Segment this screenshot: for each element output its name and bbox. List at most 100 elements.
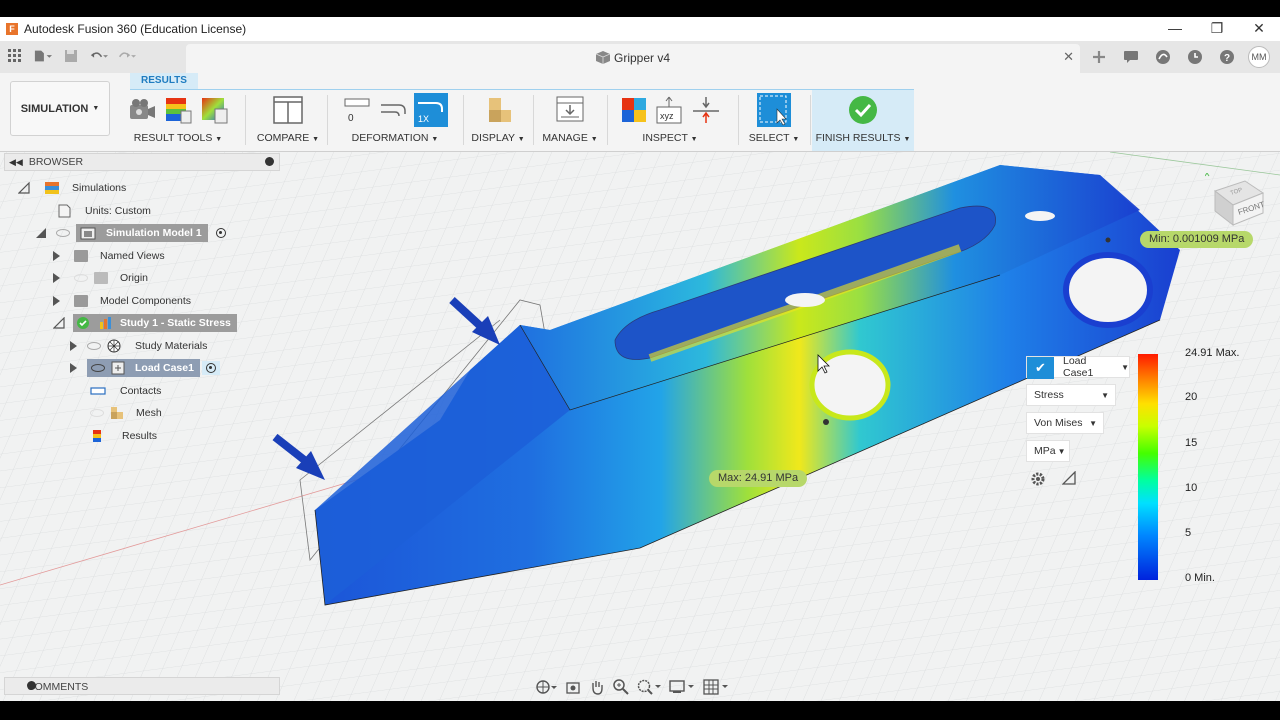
minimize-button[interactable]: — xyxy=(1154,17,1196,41)
quick-access-right: ? MM xyxy=(1088,46,1270,68)
compare-plot-icon[interactable] xyxy=(199,95,229,125)
tree-expanded-icon[interactable] xyxy=(35,227,47,239)
visibility-eye-icon[interactable] xyxy=(90,409,104,417)
points-xyz-icon[interactable]: xyz xyxy=(655,95,685,125)
tree-expanded-icon[interactable] xyxy=(18,182,30,194)
help-icon[interactable]: ? xyxy=(1216,46,1238,68)
inspect-label[interactable]: INSPECT xyxy=(642,132,687,144)
maximize-button[interactable]: ❐ xyxy=(1196,17,1238,41)
tree-collapsed-icon[interactable] xyxy=(70,363,77,373)
comments-title: COMMENTS xyxy=(27,681,89,693)
tree-node-load-case[interactable]: Load Case1 xyxy=(70,359,220,377)
fit-zoom-icon[interactable] xyxy=(637,679,661,695)
compare-split-icon[interactable] xyxy=(273,95,303,125)
select-label[interactable]: SELECT xyxy=(749,132,790,144)
deformation-actual-icon[interactable]: 0 xyxy=(342,95,372,125)
save-icon[interactable] xyxy=(62,47,80,65)
animate-camera-icon[interactable] xyxy=(127,95,157,125)
visibility-eye-icon[interactable] xyxy=(74,274,88,282)
view-cube[interactable]: FRONT TOP xyxy=(1204,172,1266,228)
tree-node-origin[interactable]: Origin xyxy=(53,269,148,287)
comments-panel[interactable]: COMMENTS xyxy=(4,677,280,695)
caret-down-icon: ▼ xyxy=(1101,390,1109,400)
tree-node-mesh[interactable]: Mesh xyxy=(90,404,162,422)
close-window-button[interactable]: ✕ xyxy=(1238,17,1280,41)
tree-collapsed-icon[interactable] xyxy=(53,296,60,306)
compare-label[interactable]: COMPARE xyxy=(257,132,309,144)
tab-results[interactable]: RESULTS xyxy=(130,73,198,89)
finish-results-label[interactable]: FINISH RESULTS xyxy=(816,132,901,144)
user-avatar[interactable]: MM xyxy=(1248,46,1270,68)
tree-node-model-components[interactable]: Model Components xyxy=(53,292,191,310)
legend-check-icon[interactable]: ✔ xyxy=(1027,357,1054,379)
stress-plot-icon[interactable] xyxy=(163,95,193,125)
workspace-switcher[interactable]: SIMULATION ▼ xyxy=(10,81,110,136)
zoom-icon[interactable] xyxy=(613,679,629,695)
surface-probe-icon[interactable] xyxy=(619,95,649,125)
close-tab-button[interactable]: ✕ xyxy=(1063,49,1074,65)
stress-color-scale xyxy=(1138,354,1158,580)
tree-expanded-icon[interactable] xyxy=(53,317,65,329)
activate-target-icon[interactable] xyxy=(215,228,226,238)
component-dropdown[interactable]: Von Mises ▼ xyxy=(1026,412,1104,434)
visibility-eye-icon[interactable] xyxy=(91,364,105,372)
clock-icon[interactable] xyxy=(1184,46,1206,68)
tree-node-named-views[interactable]: Named Views xyxy=(53,247,165,265)
tree-label: Contacts xyxy=(120,385,162,397)
display-blocks-icon[interactable] xyxy=(483,95,513,125)
pan-hand-icon[interactable] xyxy=(589,679,605,695)
result-tools-label[interactable]: RESULT TOOLS xyxy=(134,132,213,144)
tree-collapsed-icon[interactable] xyxy=(70,341,77,351)
job-status-icon[interactable] xyxy=(1152,46,1174,68)
file-menu-icon[interactable] xyxy=(34,47,52,65)
result-type-dropdown[interactable]: Stress ▼ xyxy=(1026,384,1116,406)
tree-node-study-materials[interactable]: Study Materials xyxy=(70,337,207,355)
tree-node-results[interactable]: Results xyxy=(92,427,157,445)
activate-target-icon[interactable] xyxy=(205,363,216,373)
group-inspect: xyz INSPECT ▼ xyxy=(612,91,728,151)
group-manage: MANAGE ▼ xyxy=(538,91,602,151)
tree-node-simulations[interactable]: Simulations xyxy=(18,179,126,197)
redo-icon[interactable] xyxy=(118,47,136,65)
gear-icon[interactable] xyxy=(1030,471,1046,487)
section-plane-icon[interactable] xyxy=(691,95,721,125)
collapse-panel-icon[interactable]: ◀◀ xyxy=(9,157,23,168)
deformation-adjusted-icon[interactable] xyxy=(378,95,408,125)
legend-resize-icon[interactable] xyxy=(1062,471,1076,485)
orbit-icon[interactable] xyxy=(535,678,557,696)
browser-minimize-icon[interactable] xyxy=(265,157,274,166)
load-case-dropdown[interactable]: ✔ Load Case1 ▼ xyxy=(1026,355,1130,379)
display-settings-icon[interactable] xyxy=(669,679,695,695)
tree-node-simulation-model[interactable]: Simulation Model 1 xyxy=(35,224,226,242)
group-compare: COMPARE ▼ xyxy=(256,91,320,151)
document-tab[interactable]: Gripper v4 ✕ xyxy=(186,44,1080,73)
new-tab-plus-icon[interactable] xyxy=(1088,46,1110,68)
deformation-scale-1x-button[interactable]: 1X xyxy=(414,93,448,127)
result-type-value: Stress xyxy=(1034,389,1064,401)
grid-menu-icon[interactable] xyxy=(6,47,24,65)
unit-dropdown[interactable]: MPa ▼ xyxy=(1026,440,1070,462)
tree-collapsed-icon[interactable] xyxy=(53,273,60,283)
tree-node-contacts[interactable]: Contacts xyxy=(90,382,161,400)
visibility-eye-icon[interactable] xyxy=(56,229,70,237)
manage-settings-icon[interactable] xyxy=(555,95,585,125)
chat-icon[interactable] xyxy=(1120,46,1142,68)
grid-settings-icon[interactable] xyxy=(703,679,729,695)
display-label[interactable]: DISPLAY xyxy=(471,132,514,144)
visibility-eye-icon[interactable] xyxy=(87,342,101,350)
tree-collapsed-icon[interactable] xyxy=(53,251,60,261)
finish-results-check-icon[interactable] xyxy=(848,95,878,125)
results-tab-underline xyxy=(130,89,914,90)
tree-node-study-1[interactable]: Study 1 - Static Stress xyxy=(53,314,237,332)
contacts-icon xyxy=(90,387,106,395)
svg-text:?: ? xyxy=(1224,53,1230,64)
deformation-label[interactable]: DEFORMATION xyxy=(352,132,429,144)
manage-label[interactable]: MANAGE xyxy=(542,132,588,144)
select-cursor-icon[interactable] xyxy=(757,93,791,127)
browser-header[interactable]: ◀◀ BROWSER xyxy=(4,153,280,171)
tree-node-units[interactable]: Units: Custom xyxy=(57,202,151,220)
look-at-icon[interactable] xyxy=(565,679,581,695)
ribbon-separator xyxy=(607,95,608,145)
add-comment-icon[interactable] xyxy=(27,681,36,690)
undo-icon[interactable] xyxy=(90,47,108,65)
